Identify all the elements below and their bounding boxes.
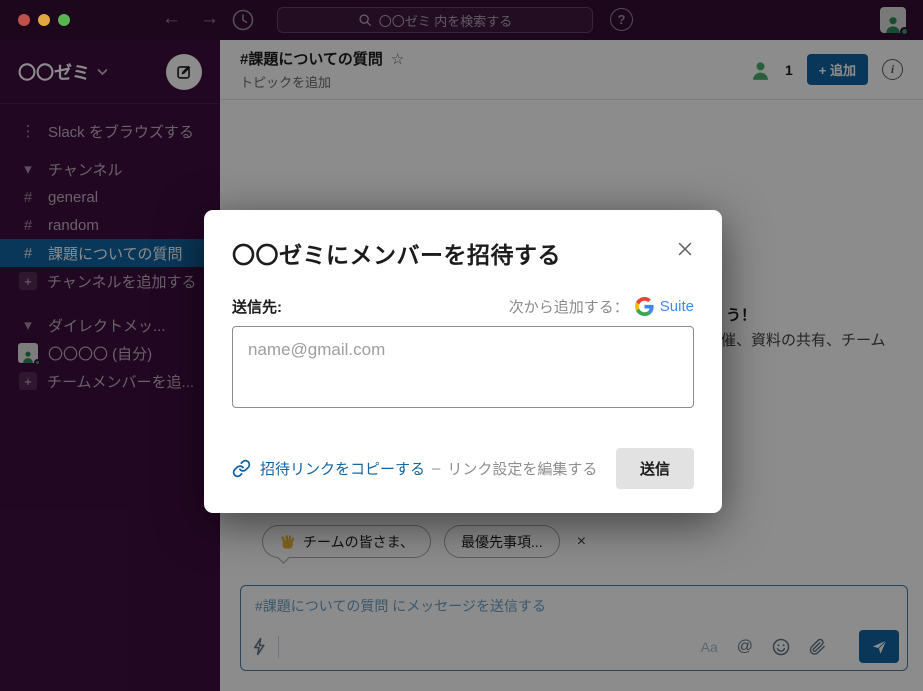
modal-footer: 招待リンクをコピーする – リンク設定を編集する 送信	[232, 448, 694, 489]
minimize-window-button[interactable]	[38, 14, 50, 26]
edit-link-settings-button[interactable]: リンク設定を編集する	[447, 458, 597, 479]
slack-window: ← → 〇〇ゼミ 内を検索する ? 〇〇ゼミ	[0, 0, 923, 691]
copy-link-label: 招待リンクをコピーする	[260, 458, 425, 479]
google-logo-icon	[635, 297, 654, 316]
recipient-row: 送信先: 次から追加する： Suite	[232, 296, 694, 317]
window-controls	[18, 14, 70, 26]
invite-email-input[interactable]	[232, 326, 694, 408]
invite-members-modal: 〇〇ゼミにメンバーを招待する 送信先: 次から追加する： Suite 招待リンク…	[204, 210, 722, 513]
close-window-button[interactable]	[18, 14, 30, 26]
to-label: 送信先:	[232, 296, 282, 317]
add-from-label: 次から追加する：	[509, 296, 629, 317]
send-invite-button[interactable]: 送信	[616, 448, 694, 489]
gsuite-label: Suite	[660, 298, 694, 315]
zoom-window-button[interactable]	[58, 14, 70, 26]
close-icon	[676, 240, 694, 258]
modal-title: 〇〇ゼミにメンバーを招待する	[232, 236, 694, 270]
link-icon	[232, 459, 251, 478]
add-from-gsuite[interactable]: 次から追加する： Suite	[509, 296, 694, 317]
dash-separator: –	[432, 460, 440, 477]
copy-invite-link-button[interactable]: 招待リンクをコピーする	[232, 458, 425, 479]
close-modal-button[interactable]	[676, 240, 696, 260]
